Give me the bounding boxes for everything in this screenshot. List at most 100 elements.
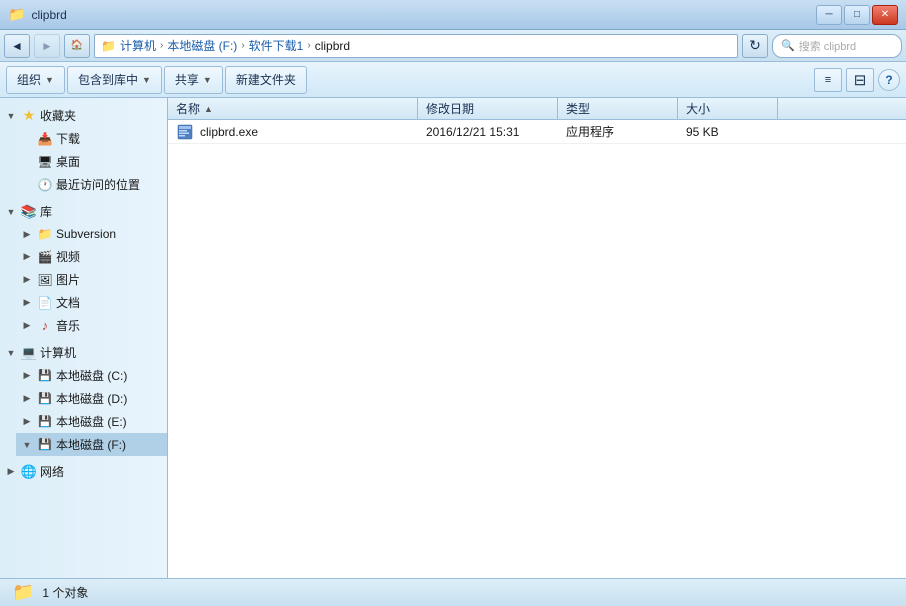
sidebar-item-drive-d[interactable]: ▶ 💾 本地磁盘 (D:) [16,387,167,410]
file-type: 应用程序 [566,125,614,139]
recent-label: 最近访问的位置 [56,176,140,193]
sidebar-item-download[interactable]: 📥 下载 [16,127,167,150]
toolbar-right: ≡ ⊟ ? [814,68,900,92]
sidebar-item-documents[interactable]: ▶ 📄 文档 [16,291,167,314]
breadcrumb-current: clipbrd [315,39,350,53]
table-row[interactable]: clipbrd.exe 2016/12/21 15:31 应用程序 95 KB [168,120,906,144]
network-header[interactable]: ▶ 🌐 网络 [0,460,167,483]
col-date-label: 修改日期 [426,100,474,117]
drive-f-icon: 💾 [37,437,53,453]
network-icon: 🌐 [21,464,37,480]
close-button[interactable]: ✕ [872,5,898,25]
sidebar-item-drive-c[interactable]: ▶ 💾 本地磁盘 (C:) [16,364,167,387]
address-bar: ◄ ► 🏠 📁 计算机 › 本地磁盘 (F:) › 软件下载1 › clipbr… [0,30,906,62]
sidebar-item-video[interactable]: ▶ 🎬 视频 [16,245,167,268]
status-icon: 📁 [12,582,34,603]
share-arrow: ▼ [203,75,212,85]
sidebar-item-desktop[interactable]: 🖥 桌面 [16,150,167,173]
sidebar-item-music[interactable]: ▶ ♪ 音乐 [16,314,167,337]
music-label: 音乐 [56,317,80,334]
new-folder-label: 新建文件夹 [236,71,296,88]
col-size-label: 大小 [686,100,710,117]
status-text: 1 个对象 [42,584,88,601]
view-list-button[interactable]: ≡ [814,68,842,92]
drive-e-icon: 💾 [37,414,53,430]
file-icon [176,124,194,140]
favorites-children: 📥 下载 🖥 桌面 🕐 最近访问的位置 [0,127,167,196]
library-children: ▶ 📁 Subversion ▶ 🎬 视频 ▶ 🖼 图片 ▶ 📄 [0,223,167,337]
video-icon: 🎬 [37,249,53,265]
back-button[interactable]: ◄ [4,34,30,58]
sidebar-item-subversion[interactable]: ▶ 📁 Subversion [16,223,167,245]
include-library-button[interactable]: 包含到库中 ▼ [67,66,162,94]
view-details-button[interactable]: ⊟ [846,68,874,92]
search-icon: 🔍 [781,39,795,52]
sidebar-item-recent[interactable]: 🕐 最近访问的位置 [16,173,167,196]
column-date[interactable]: 修改日期 [418,98,558,119]
refresh-button[interactable]: ↻ [742,34,768,58]
library-section: ▼ 📚 库 ▶ 📁 Subversion ▶ 🎬 视频 ▶ 🖼 [0,200,167,337]
title-bar-left: 📁 clipbrd [8,6,816,23]
main-content: ▼ ★ 收藏夹 📥 下载 🖥 桌面 🕐 最近访问的位置 [0,98,906,578]
file-name: clipbrd.exe [200,125,258,139]
file-name-cell: clipbrd.exe [168,122,418,142]
favorites-header[interactable]: ▼ ★ 收藏夹 [0,104,167,127]
minimize-button[interactable]: ─ [816,5,842,25]
file-size-cell: 95 KB [678,123,778,141]
network-label: 网络 [40,463,64,480]
up-button[interactable]: 🏠 [64,34,90,58]
window-icon: 📁 [8,6,25,23]
sidebar-item-pictures[interactable]: ▶ 🖼 图片 [16,268,167,291]
organize-arrow: ▼ [45,75,54,85]
window-title: clipbrd [31,8,66,22]
sidebar: ▼ ★ 收藏夹 📥 下载 🖥 桌面 🕐 最近访问的位置 [0,98,168,578]
share-label: 共享 [175,71,199,88]
computer-label: 计算机 [40,344,76,361]
music-icon: ♪ [37,318,53,334]
sidebar-item-drive-f[interactable]: ▼ 💾 本地磁盘 (F:) [16,433,167,456]
file-list-header: 名称 ▲ 修改日期 类型 大小 [168,98,906,120]
sort-arrow: ▲ [204,104,213,114]
subversion-icon: 📁 [37,226,53,242]
organize-label: 组织 [17,71,41,88]
toolbar: 组织 ▼ 包含到库中 ▼ 共享 ▼ 新建文件夹 ≡ ⊟ ? [0,62,906,98]
share-button[interactable]: 共享 ▼ [164,66,223,94]
breadcrumb-computer[interactable]: 计算机 [120,37,156,54]
help-button[interactable]: ? [878,69,900,91]
desktop-label: 桌面 [56,153,80,170]
sidebar-item-drive-e[interactable]: ▶ 💾 本地磁盘 (E:) [16,410,167,433]
documents-label: 文档 [56,294,80,311]
computer-section: ▼ 💻 计算机 ▶ 💾 本地磁盘 (C:) ▶ 💾 本地磁盘 (D:) ▶ 💾 [0,341,167,456]
maximize-button[interactable]: □ [844,5,870,25]
library-label: 库 [40,203,52,220]
column-type[interactable]: 类型 [558,98,678,119]
recent-icon: 🕐 [37,177,53,193]
title-bar: 📁 clipbrd ─ □ ✕ [0,0,906,30]
status-bar: 📁 1 个对象 [0,578,906,606]
library-header[interactable]: ▼ 📚 库 [0,200,167,223]
new-folder-button[interactable]: 新建文件夹 [225,66,307,94]
breadcrumb-folder1[interactable]: 软件下载1 [249,37,304,54]
organize-button[interactable]: 组织 ▼ [6,66,65,94]
breadcrumb-bar[interactable]: 📁 计算机 › 本地磁盘 (F:) › 软件下载1 › clipbrd [94,34,738,58]
column-size[interactable]: 大小 [678,98,778,119]
include-library-arrow: ▼ [142,75,151,85]
folder-small-icon: 📁 [101,39,116,53]
search-bar[interactable]: 🔍 搜索 clipbrd [772,34,902,58]
file-list: 名称 ▲ 修改日期 类型 大小 [168,98,906,578]
favorites-label: 收藏夹 [40,107,76,124]
breadcrumb-drive-f[interactable]: 本地磁盘 (F:) [167,37,237,54]
column-name[interactable]: 名称 ▲ [168,98,418,119]
drive-c-icon: 💾 [37,368,53,384]
computer-header[interactable]: ▼ 💻 计算机 [0,341,167,364]
computer-children: ▶ 💾 本地磁盘 (C:) ▶ 💾 本地磁盘 (D:) ▶ 💾 本地磁盘 (E:… [0,364,167,456]
drive-d-icon: 💾 [37,391,53,407]
include-library-label: 包含到库中 [78,71,138,88]
drive-f-label: 本地磁盘 (F:) [56,436,126,453]
col-name-label: 名称 [176,100,200,117]
file-date: 2016/12/21 15:31 [426,125,519,139]
favorites-section: ▼ ★ 收藏夹 📥 下载 🖥 桌面 🕐 最近访问的位置 [0,104,167,196]
file-size: 95 KB [686,125,719,139]
forward-button[interactable]: ► [34,34,60,58]
computer-icon: 💻 [21,345,37,361]
